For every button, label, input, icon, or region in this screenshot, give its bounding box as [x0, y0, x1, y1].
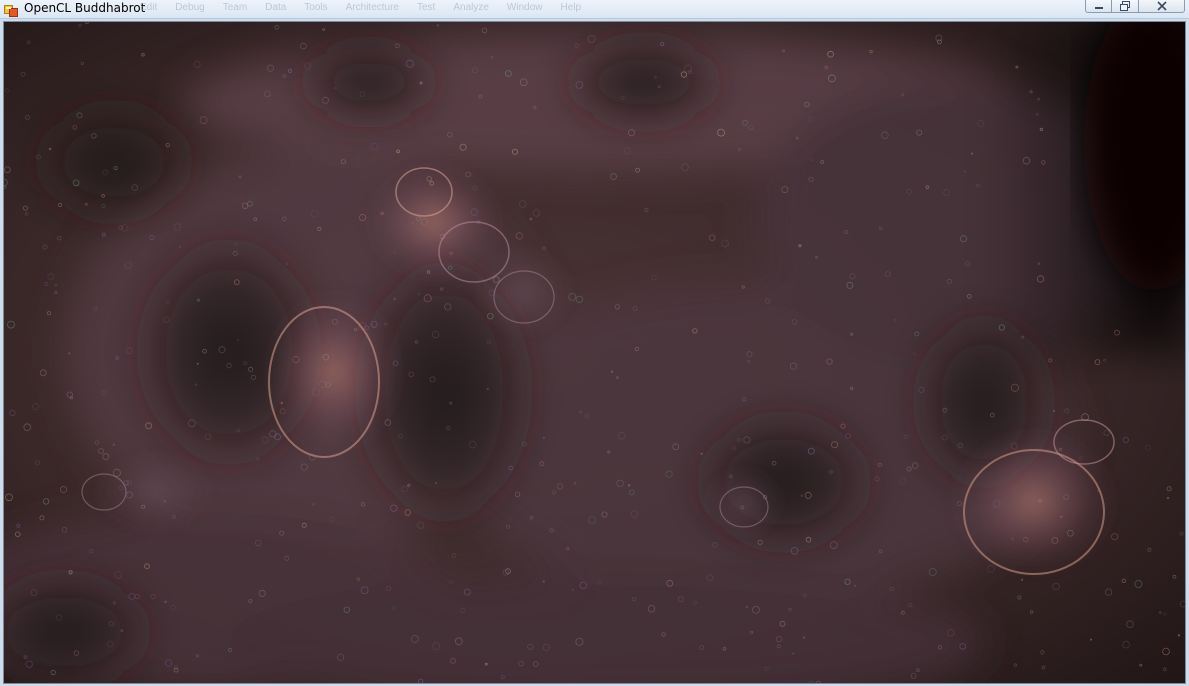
fractal-render-image — [4, 22, 1185, 683]
minimize-icon — [1094, 6, 1103, 9]
ghost-menu-item: Architecture — [345, 2, 399, 13]
app-window: OpenCL Buddhabrot Edit Debug Team Data T… — [0, 0, 1189, 686]
window-title: OpenCL Buddhabrot — [24, 1, 146, 15]
close-button[interactable] — [1138, 0, 1185, 13]
maximize-button[interactable] — [1111, 0, 1139, 13]
render-canvas[interactable] — [3, 21, 1186, 684]
maximize-icon — [1120, 1, 1130, 11]
ghost-menu-item: Edit — [140, 2, 158, 13]
ghost-menu-item: Analyze — [453, 2, 489, 13]
ghost-menu-item: Help — [560, 2, 582, 13]
minimize-button[interactable] — [1085, 0, 1112, 13]
ghost-menu-item: Data — [265, 2, 287, 13]
ghost-menu-item: Window — [506, 2, 543, 13]
title-bar[interactable]: OpenCL Buddhabrot Edit Debug Team Data T… — [0, 0, 1189, 19]
ghost-menu-item: Tools — [304, 2, 328, 13]
ghost-menu-item: Team — [222, 2, 248, 13]
ghost-menu-bar: Edit Debug Team Data Tools Architecture … — [140, 2, 581, 13]
app-icon — [4, 2, 18, 17]
ghost-menu-item: Test — [417, 2, 436, 13]
ghost-menu-item: Debug — [175, 2, 205, 13]
close-icon — [1156, 1, 1167, 11]
